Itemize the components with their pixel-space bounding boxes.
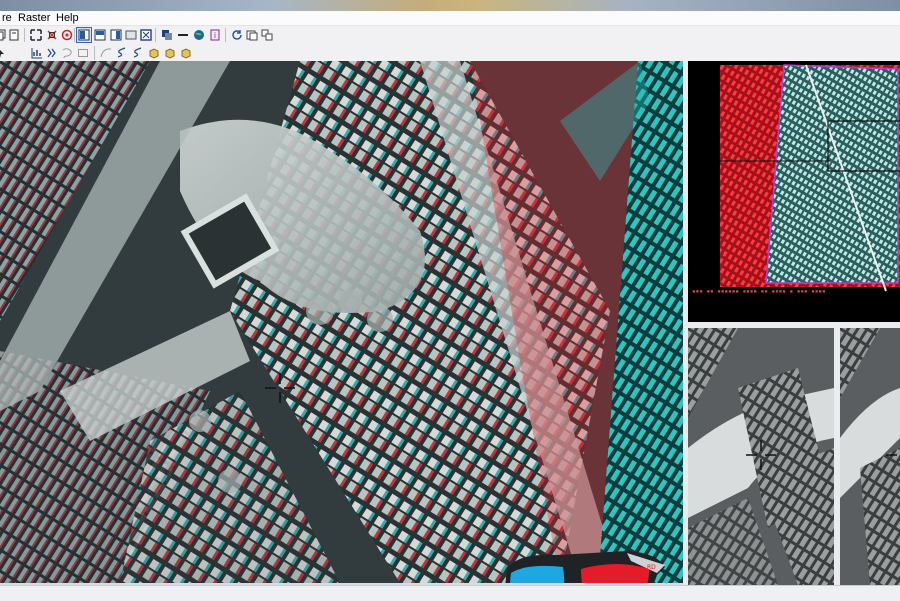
layout-split-icon[interactable] [93, 28, 107, 42]
cube-icon[interactable] [147, 46, 161, 60]
display-icon[interactable] [124, 28, 138, 42]
menubar: re Raster Help [0, 11, 900, 26]
zoom-extents-icon[interactable] [29, 28, 43, 42]
curve-icon[interactable] [99, 46, 113, 60]
anaglyph-aerial-image [0, 61, 683, 583]
globe-icon[interactable] [192, 28, 206, 42]
target-icon[interactable] [60, 28, 74, 42]
window-title-strip [0, 0, 900, 11]
menu-item-file[interactable]: re [2, 12, 12, 24]
chart-icon[interactable] [30, 46, 44, 60]
cube2-icon[interactable] [163, 46, 177, 60]
left-image-view[interactable] [688, 328, 834, 585]
main-toolbar: i [0, 26, 900, 45]
right-image-view[interactable] [840, 328, 900, 585]
status-bar [0, 585, 900, 601]
line-icon[interactable] [176, 28, 190, 42]
lasso-icon[interactable] [60, 46, 74, 60]
left-cursor-icon [746, 440, 776, 470]
page-icon[interactable] [7, 28, 21, 42]
spline-icon[interactable] [115, 46, 129, 60]
overview-frame-caption: ▪▪▪ ▪▪ ▪▪▪▪▪▪ ▪▪▪▪ ▪▪ ▪▪▪▪ ▪ ▪▪▪ ▪▪▪▪ [692, 288, 826, 295]
tree-icon[interactable] [45, 46, 59, 60]
menu-item-raster[interactable]: Raster [18, 12, 50, 24]
info-icon[interactable]: i [208, 28, 222, 42]
svg-text:RD: RD [647, 564, 656, 571]
stack-icon[interactable] [160, 28, 174, 42]
overview-map[interactable]: ▪▪▪ ▪▪ ▪▪▪▪▪▪ ▪▪▪▪ ▪▪ ▪▪▪▪ ▪ ▪▪▪ ▪▪▪▪ [688, 61, 900, 322]
rectangle-icon[interactable] [76, 46, 90, 60]
svg-text:i: i [214, 31, 216, 40]
zoom-fit-icon[interactable] [45, 28, 59, 42]
spline2-icon[interactable] [131, 46, 145, 60]
overview-image [688, 61, 900, 322]
window-icon[interactable] [245, 28, 259, 42]
menu-item-help[interactable]: Help [56, 12, 79, 24]
anaglyph-stereo-view[interactable]: RD [0, 61, 683, 583]
cube3-icon[interactable] [179, 46, 193, 60]
3d-glasses-icon: RD [505, 551, 665, 583]
layout-icon[interactable] [76, 27, 92, 43]
windows-icon[interactable] [260, 28, 274, 42]
zoom-box-icon[interactable] [139, 28, 153, 42]
right-cursor-icon [886, 454, 897, 456]
layout-right-icon[interactable] [109, 28, 123, 42]
refresh-icon[interactable] [230, 28, 244, 42]
pointer-icon[interactable] [0, 46, 8, 60]
stereo-cursor-icon [265, 373, 295, 403]
